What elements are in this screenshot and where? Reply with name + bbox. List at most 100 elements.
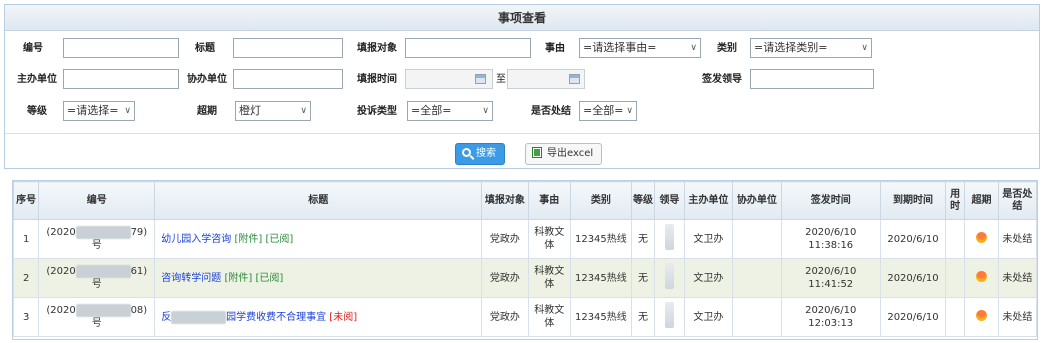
cell-category: 12345热线 — [569, 219, 632, 259]
code-prefix: (2020 — [46, 227, 76, 238]
cell-category: 12345热线 — [569, 258, 632, 298]
cell-host: 文卫办 — [683, 219, 734, 259]
table-row[interactable]: 3 (2020XXXXXXXX08) 号 反XXXXXXXX园学费收费不合理事宜… — [12, 297, 1038, 337]
calendar-icon[interactable] — [475, 74, 486, 84]
col-header-target[interactable]: 填报对象 — [481, 181, 529, 220]
sign-date: 2020/6/10 — [805, 266, 857, 277]
cell-reason: 科教文体 — [527, 258, 571, 298]
col-header-reason[interactable]: 事由 — [527, 181, 571, 220]
overdue-select[interactable]: 橙灯 ∨ — [235, 101, 311, 121]
sign-clock: 11:38:16 — [808, 240, 854, 251]
col-header-overdue[interactable]: 超期 — [964, 181, 999, 220]
leader-input[interactable] — [750, 69, 874, 89]
col-header-category[interactable]: 类别 — [569, 181, 632, 220]
cell-reason: 科教文体 — [527, 297, 571, 337]
assist-input[interactable] — [233, 69, 343, 89]
title-input[interactable] — [233, 38, 343, 58]
col-header-host[interactable]: 主办单位 — [683, 181, 734, 220]
cell-category: 12345热线 — [569, 297, 632, 337]
col-header-due-time[interactable]: 到期时间 — [879, 181, 947, 220]
cell-target: 党政办 — [481, 219, 529, 259]
sign-date: 2020/6/10 — [805, 227, 857, 238]
chevron-down-icon: ∨ — [300, 106, 307, 116]
cell-title[interactable]: 幼儿园入学咨询 [附件] [已阅] — [154, 219, 483, 259]
code-input[interactable] — [63, 38, 179, 58]
host-input[interactable] — [63, 69, 179, 89]
table-row[interactable]: 2 (2020XXXXXXXX61) 号 咨询转学问题 [附件] [已阅] 党政… — [12, 258, 1038, 298]
category-select[interactable]: =请选择类别= ∨ — [750, 38, 872, 58]
complaint-select-value: =全部= — [411, 104, 452, 117]
code-postfix: 08) — [130, 305, 148, 316]
col-header-level[interactable]: 等级 — [630, 181, 656, 220]
category-select-value: =请选择类别= — [754, 41, 828, 54]
form-row-2: 主办单位 协办单位 填报时间 至 签发领导 — [5, 69, 1039, 91]
cell-leader — [654, 219, 685, 259]
target-input[interactable] — [405, 38, 531, 58]
cell-code: (2020XXXXXXXX61) 号 — [38, 258, 156, 298]
col-header-sign-time[interactable]: 签发时间 — [780, 181, 881, 220]
col-header-assist[interactable]: 协办单位 — [732, 181, 782, 220]
cell-level: 无 — [630, 219, 656, 259]
cell-seq: 2 — [12, 258, 40, 298]
title-link[interactable]: 园学费收费不合理事宜 — [226, 312, 326, 323]
code-suffix: 号 — [91, 279, 102, 290]
redacted-text: XXXXXXXX — [75, 226, 131, 239]
cell-title[interactable]: 咨询转学问题 [附件] [已阅] — [154, 258, 483, 298]
closed-label: 是否处结 — [531, 106, 571, 117]
orange-light-icon — [975, 231, 987, 243]
panel-title: 事项查看 — [5, 5, 1039, 31]
code-prefix: (2020 — [46, 266, 76, 277]
cell-reason: 科教文体 — [527, 219, 571, 259]
code-suffix: 号 — [91, 318, 102, 329]
export-excel-button[interactable]: 导出excel — [525, 143, 603, 165]
cell-leader — [654, 258, 685, 298]
fill-time-label: 填报时间 — [357, 74, 397, 85]
chevron-down-icon: ∨ — [482, 106, 489, 116]
title-link-prefix[interactable]: 反 — [161, 312, 171, 323]
chevron-down-icon: ∨ — [690, 43, 697, 53]
category-label: 类别 — [717, 43, 737, 54]
code-label: 编号 — [23, 43, 43, 54]
chevron-down-icon: ∨ — [626, 106, 633, 116]
col-header-title[interactable]: 标题 — [154, 181, 483, 220]
title-link[interactable]: 幼儿园入学咨询 — [161, 234, 231, 245]
col-header-closed[interactable]: 是否处结 — [997, 181, 1038, 220]
cell-sign-time: 2020/6/10 12:03:13 — [780, 297, 881, 337]
col-header-used-time[interactable]: 用时 — [945, 181, 966, 220]
cell-closed: 未处结 — [997, 219, 1038, 259]
col-header-seq[interactable]: 序号 — [12, 181, 40, 220]
code-prefix: (2020 — [46, 305, 76, 316]
complaint-label: 投诉类型 — [357, 106, 397, 117]
chevron-down-icon: ∨ — [124, 106, 131, 116]
cell-title[interactable]: 反XXXXXXXX园学费收费不合理事宜 [未阅] — [154, 297, 483, 337]
table-row[interactable]: 1 (2020XXXXXXXX79) 号 幼儿园入学咨询 [附件] [已阅] 党… — [12, 219, 1038, 259]
attachment-tag[interactable]: [附件] — [234, 234, 262, 245]
closed-select-value: =全部= — [583, 104, 624, 117]
code-suffix: 号 — [91, 240, 102, 251]
cell-overdue — [964, 219, 999, 259]
divider — [5, 133, 1039, 134]
col-header-leader[interactable]: 领导 — [654, 181, 685, 220]
search-button-label: 搜索 — [476, 148, 496, 159]
col-header-code[interactable]: 编号 — [38, 181, 156, 220]
title-link[interactable]: 咨询转学问题 — [161, 273, 221, 284]
cell-level: 无 — [630, 258, 656, 298]
redacted-text: XXXXXXXX — [75, 265, 131, 278]
cell-leader — [654, 297, 685, 337]
read-status-tag: [已阅] — [255, 272, 284, 284]
closed-select[interactable]: =全部= ∨ — [579, 101, 637, 121]
unread-status-tag: [未阅] — [329, 311, 358, 323]
level-select[interactable]: =请选择= ∨ — [63, 101, 135, 121]
overdue-label: 超期 — [197, 106, 217, 117]
cell-assist — [732, 297, 782, 337]
attachment-tag[interactable]: [附件] — [224, 273, 252, 284]
calendar-icon[interactable] — [569, 74, 580, 84]
title-label: 标题 — [195, 43, 215, 54]
complaint-select[interactable]: =全部= ∨ — [407, 101, 493, 121]
target-label: 填报对象 — [357, 43, 397, 54]
search-button[interactable]: 搜索 — [455, 143, 505, 165]
cell-level: 无 — [630, 297, 656, 337]
cell-sign-time: 2020/6/10 11:41:52 — [780, 258, 881, 298]
leader-avatar — [664, 224, 674, 250]
reason-select[interactable]: =请选择事由= ∨ — [579, 38, 701, 58]
